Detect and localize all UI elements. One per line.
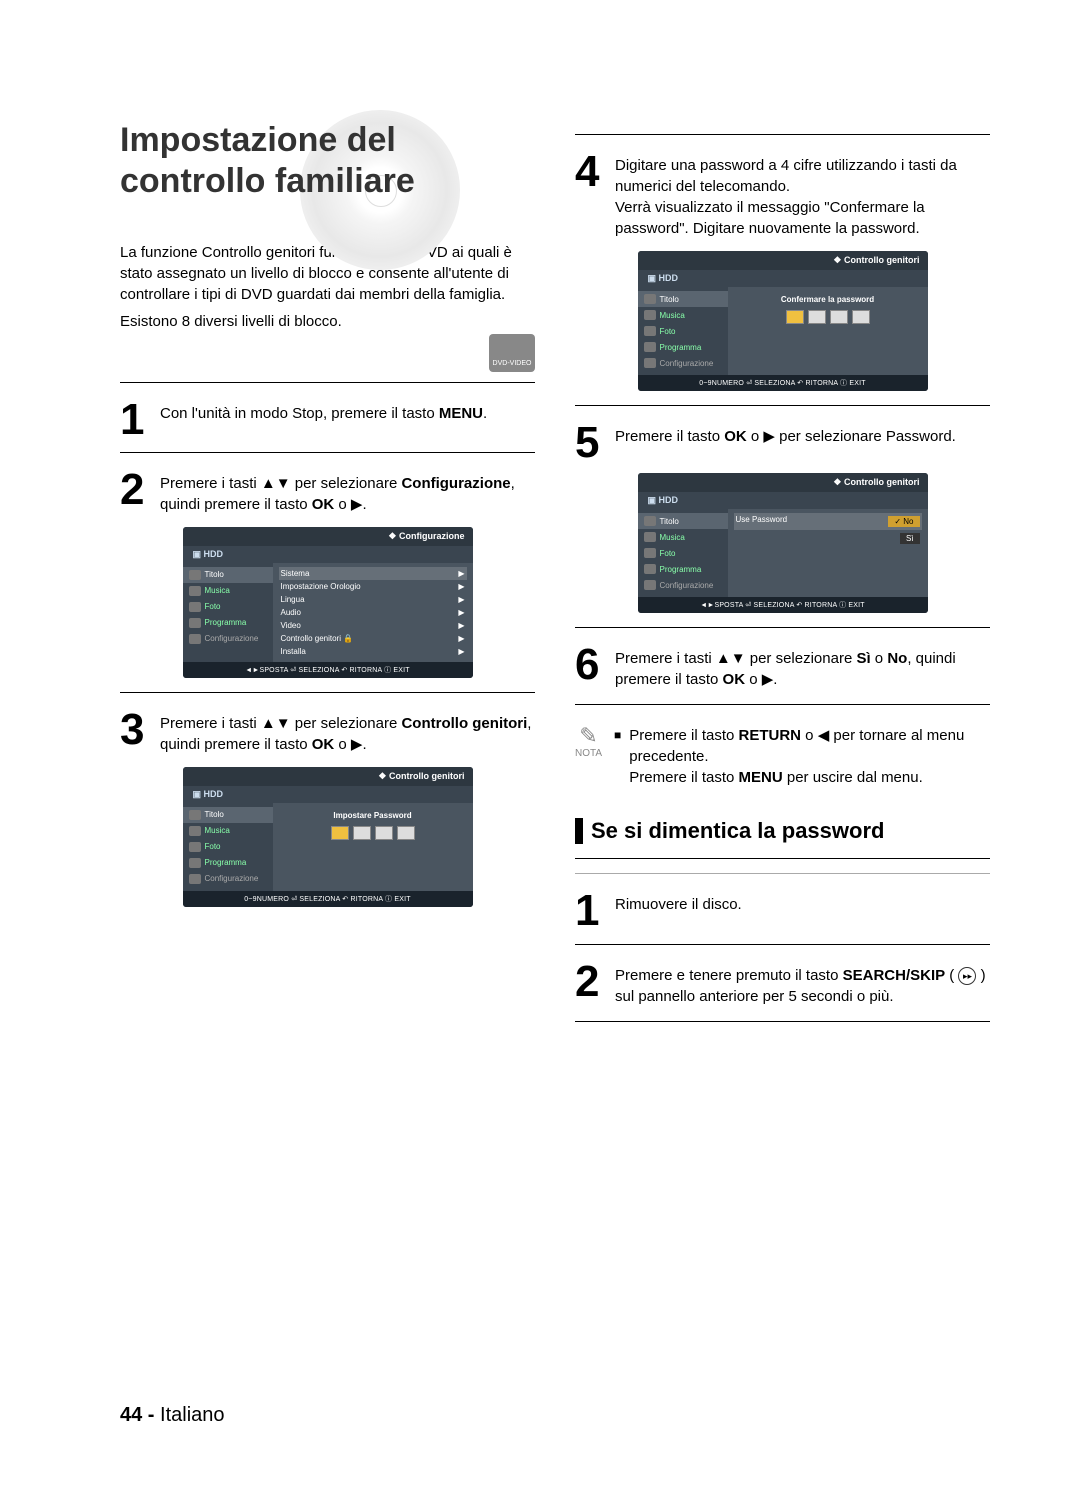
note-label: NOTA [575,747,602,761]
step-number: 5 [575,424,605,461]
divider-light [575,873,990,874]
osd-nav: Titolo Musica Foto Programma Configurazi… [183,563,273,662]
step-text: Premere e tenere premuto il tasto SEARCH… [615,963,990,1007]
page-title: Impostazione del controllo familiare [120,120,535,202]
divider [575,1021,990,1022]
note-icon: ✎ [575,725,602,747]
step-2: 2 Premere i tasti ▲▼ per selezionare Con… [120,471,535,515]
step-3: 3 Premere i tasti ▲▼ per selezionare Con… [120,711,535,755]
divider [575,704,990,705]
option-no: ✓ No [888,516,919,527]
step-number: 3 [120,711,150,755]
step-1: 1 Con l'unità in modo Stop, premere il t… [120,401,535,438]
step-text: Con l'unità in modo Stop, premere il tas… [160,401,487,438]
right-column: 4 Digitare una password a 4 cifre utiliz… [575,120,990,1036]
step-text: Rimuovere il disco. [615,892,742,929]
sub-step-1: 1 Rimuovere il disco. [575,892,990,929]
step-number: 2 [575,963,605,1007]
divider [575,134,990,135]
divider [120,382,535,383]
osd-use-password: ❖ Controllo genitori ▣ HDD Titolo Musica… [638,473,928,613]
divider [575,858,990,859]
note-box: ✎ NOTA ■ Premere il tasto RETURN o ◀ per… [575,725,990,788]
divider [575,944,990,945]
divider [120,692,535,693]
step-5: 5 Premere il tasto OK o ▶ per selezionar… [575,424,990,461]
left-column: Impostazione del controllo familiare La … [120,120,535,1036]
osd-footer: ◄►SPOSTA ⏎ SELEZIONA ↶ RITORNA ⓘ EXIT [183,662,473,678]
dvd-video-badge: DVD-VIDEO [489,334,535,372]
divider [575,405,990,406]
divider [575,627,990,628]
skip-button-icon: ▸▸ [958,967,976,985]
step-number: 1 [120,401,150,438]
subsection-header: Se si dimentica la password [575,818,990,844]
step-number: 6 [575,646,605,690]
step-number: 2 [120,471,150,515]
password-digit-box [830,310,848,324]
bullet-icon: ■ [614,727,621,788]
divider [120,452,535,453]
step-6: 6 Premere i tasti ▲▼ per selezionare Sì … [575,646,990,690]
osd-configurazione: ❖ Configurazione ▣ HDD Titolo Musica Fot… [183,527,473,678]
step-text: Premere i tasti ▲▼ per selezionare Contr… [160,711,535,755]
step-text: Premere i tasti ▲▼ per selezionare Confi… [160,471,535,515]
subsection-title: Se si dimentica la password [591,818,884,844]
password-digit-box [852,310,870,324]
option-si: Sì [900,533,920,544]
page-footer: 44 - Italiano [120,1404,225,1427]
step-text: Premere il tasto OK o ▶ per selezionare … [615,424,956,461]
password-digit-box [808,310,826,324]
step-text: Premere i tasti ▲▼ per selezionare Sì o … [615,646,990,690]
password-digit-box [397,826,415,840]
step-text: Digitare una password a 4 cifre utilizza… [615,153,990,239]
intro-paragraph-2: Esistono 8 diversi livelli di blocco. [120,311,535,332]
step-number: 1 [575,892,605,929]
osd-main: Sistema▶ Impostazione Orologio▶ Lingua▶ … [273,563,473,662]
password-digit-box [786,310,804,324]
step-4: 4 Digitare una password a 4 cifre utiliz… [575,153,990,239]
osd-confermare-password: ❖ Controllo genitori ▣ HDD Titolo Musica… [638,251,928,391]
password-digit-box [375,826,393,840]
step-number: 4 [575,153,605,239]
osd-impostare-password: ❖ Controllo genitori ▣ HDD Titolo Musica… [183,767,473,907]
section-bar-icon [575,818,583,844]
sub-step-2: 2 Premere e tenere premuto il tasto SEAR… [575,963,990,1007]
password-digit-box [331,826,349,840]
password-digit-box [353,826,371,840]
